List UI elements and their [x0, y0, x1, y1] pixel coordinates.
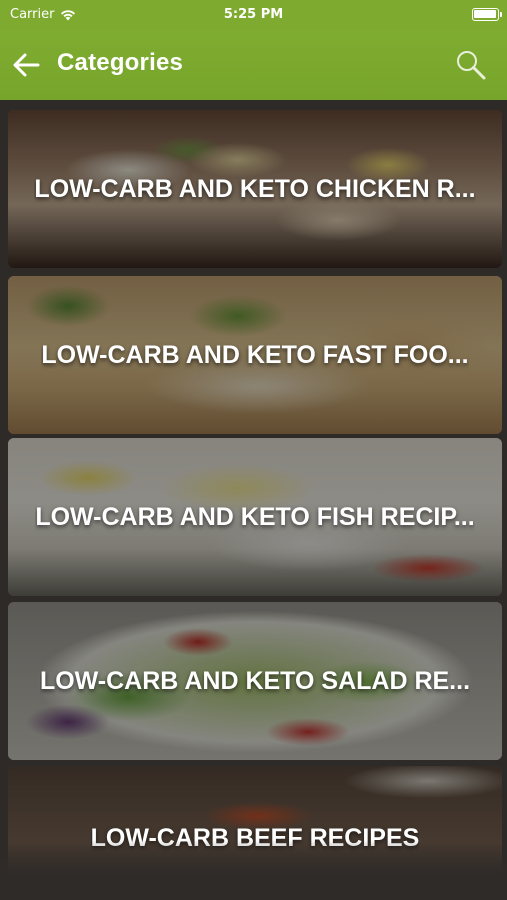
category-card[interactable]: LOW-CARB AND KETO CHICKEN R...	[8, 110, 502, 268]
page-title: Categories	[57, 49, 184, 76]
status-bar: Carrier 5:25 PM	[0, 0, 507, 30]
arrow-left-icon	[13, 53, 40, 77]
back-button[interactable]	[12, 52, 40, 78]
category-title: LOW-CARB AND KETO SALAD RE...	[39, 666, 471, 695]
battery-icon	[472, 8, 502, 21]
battery-indicator	[472, 8, 502, 25]
category-card[interactable]: LOW-CARB AND KETO FISH RECIP...	[8, 438, 502, 596]
category-title: LOW-CARB AND KETO FISH RECIP...	[35, 502, 475, 531]
category-card[interactable]: LOW-CARB AND KETO FAST FOO...	[8, 276, 502, 434]
category-card[interactable]: LOW-CARB AND KETO SALAD RE...	[8, 602, 502, 760]
search-button[interactable]	[455, 49, 487, 81]
category-title: LOW-CARB AND KETO FAST FOO...	[41, 340, 469, 369]
navigation-bar: Categories	[0, 30, 507, 100]
category-title: LOW-CARB AND KETO CHICKEN R...	[34, 174, 476, 203]
search-icon	[457, 51, 486, 80]
status-time: 5:25 PM	[223, 7, 284, 22]
category-list[interactable]: LOW-CARB AND KETO CHICKEN R... LOW-CARB …	[0, 100, 507, 900]
list-bottom-fade	[0, 840, 507, 900]
battery-fill	[474, 10, 496, 18]
